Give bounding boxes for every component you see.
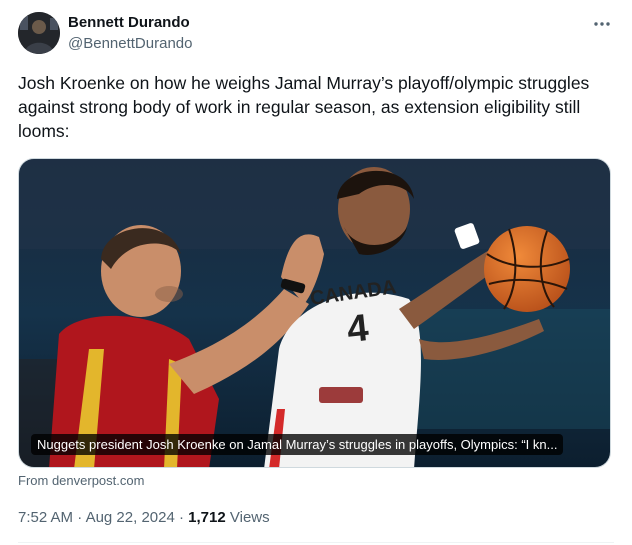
- author-handle[interactable]: @BennettDurando: [68, 35, 192, 52]
- card-image: CANADA 4: [19, 159, 610, 467]
- meta-separator: ·: [77, 509, 83, 526]
- tweet-date[interactable]: Aug 22, 2024: [86, 509, 175, 526]
- avatar-image: [18, 12, 60, 54]
- card-source-link[interactable]: From denverpost.com: [18, 473, 144, 488]
- jersey-number: 4: [345, 307, 370, 351]
- tweet: Bennett Durando @BennettDurando Josh Kro…: [0, 0, 632, 545]
- more-horizontal-icon: [594, 22, 610, 26]
- views-count: 1,712: [188, 509, 226, 526]
- link-card[interactable]: CANADA 4 Nuggets president Josh Kroenke …: [18, 158, 611, 468]
- meta-separator-2: ·: [178, 509, 184, 526]
- tweet-time[interactable]: 7:52 AM: [18, 509, 73, 526]
- divider: [18, 542, 614, 543]
- views-label: Views: [229, 509, 270, 526]
- tweet-meta: 7:52 AM · Aug 22, 2024 · 1,712 Views: [18, 509, 270, 526]
- avatar[interactable]: [18, 12, 60, 54]
- tweet-text: Josh Kroenke on how he weighs Jamal Murr…: [18, 73, 590, 141]
- author-name[interactable]: Bennett Durando: [68, 14, 190, 31]
- more-options-button[interactable]: [590, 14, 614, 34]
- card-caption[interactable]: Nuggets president Josh Kroenke on Jamal …: [31, 434, 564, 455]
